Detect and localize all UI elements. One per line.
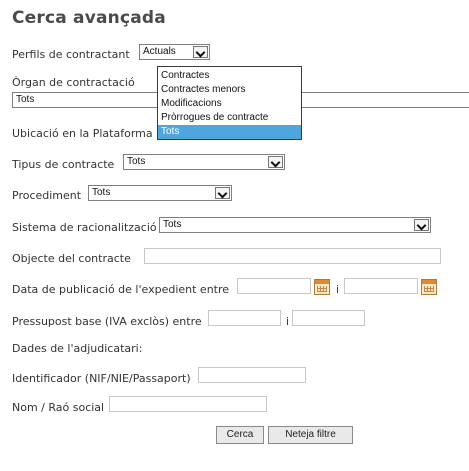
procediment-select[interactable]: Tots (88, 185, 232, 201)
procediment-value: Tots (92, 187, 111, 198)
identificador-label: Identificador (NIF/NIE/Passaport) (12, 372, 191, 385)
budget-separator: i (286, 315, 290, 328)
perfils-select[interactable]: Actuals (139, 44, 210, 60)
chevron-down-icon (193, 46, 208, 58)
budget-from-input[interactable] (208, 310, 281, 326)
perfils-dropdown-list[interactable]: Contractes Contractes menors Modificacio… (157, 66, 302, 140)
perfils-value: Actuals (143, 46, 176, 57)
identificador-input[interactable] (198, 367, 306, 383)
sistema-label: Sistema de racionalització (12, 221, 157, 234)
dropdown-option[interactable]: Contractes (158, 69, 301, 83)
chevron-down-icon (268, 156, 283, 168)
chevron-down-icon (414, 219, 429, 231)
organ-label: Òrgan de contractació (12, 76, 135, 89)
sistema-select[interactable]: Tots (159, 217, 431, 233)
nom-label: Nom / Raó social (12, 401, 105, 414)
pressupost-label: Pressupost base (IVA exclòs) entre (12, 315, 202, 328)
objecte-input[interactable] (144, 248, 441, 264)
calendar-icon[interactable] (314, 279, 330, 295)
page-title: Cerca avançada (12, 8, 166, 28)
dropdown-option[interactable]: Pròrrogues de contracte (158, 111, 301, 125)
calendar-icon[interactable] (421, 279, 437, 295)
clear-filter-button[interactable]: Neteja filtre (268, 426, 353, 444)
date-to-input[interactable] (344, 278, 418, 294)
ubicacio-label: Ubicació en la Plataforma (12, 127, 153, 140)
date-from-input[interactable] (237, 278, 311, 294)
dropdown-option[interactable]: Modificacions (158, 97, 301, 111)
organ-value: Tots (16, 94, 35, 105)
procediment-label: Procediment (12, 189, 82, 202)
tipus-value: Tots (127, 156, 146, 167)
tipus-select[interactable]: Tots (123, 154, 285, 170)
date-separator: i (336, 283, 340, 296)
search-button[interactable]: Cerca (216, 426, 264, 444)
objecte-label: Objecte del contracte (12, 252, 131, 265)
chevron-down-icon (215, 187, 230, 199)
tipus-label: Tipus de contracte (12, 158, 115, 171)
dropdown-option-selected[interactable]: Tots (158, 125, 301, 139)
sistema-value: Tots (163, 219, 182, 230)
nom-input[interactable] (109, 396, 267, 412)
perfils-label: Perfils de contractant (12, 48, 130, 61)
budget-to-input[interactable] (292, 310, 365, 326)
data-publicacio-label: Data de publicació de l'expedient entre (12, 283, 230, 296)
adjudicatari-heading: Dades de l'adjudicatari: (12, 342, 143, 355)
dropdown-option[interactable]: Contractes menors (158, 83, 301, 97)
